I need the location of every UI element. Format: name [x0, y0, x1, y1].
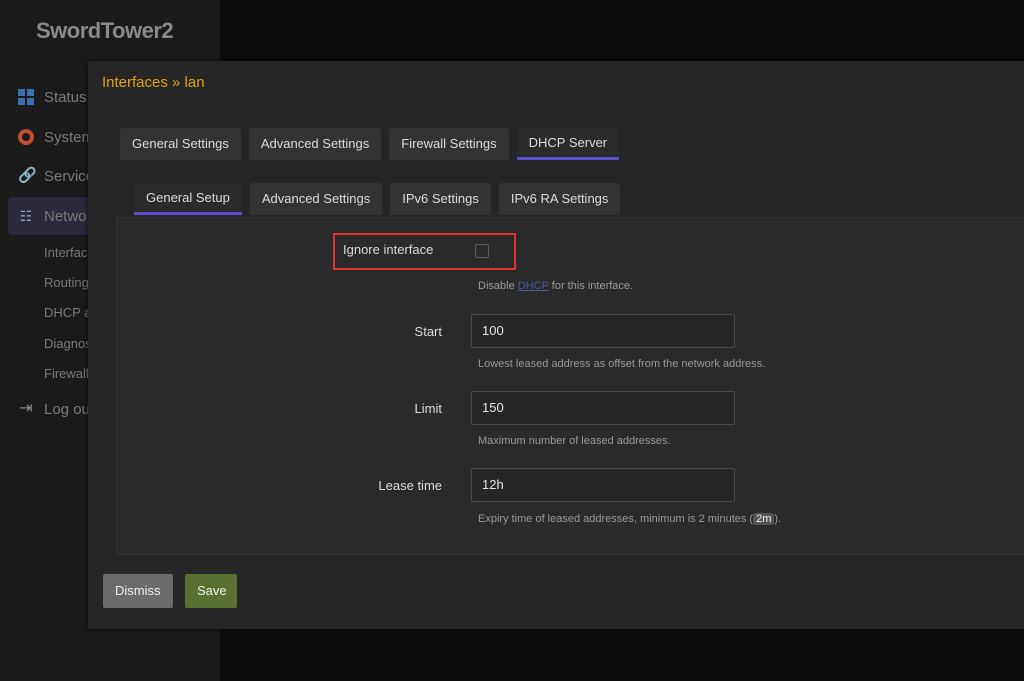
tab-general-settings[interactable]: General Settings [120, 128, 241, 160]
hint-text: for this interface. [548, 280, 634, 292]
brand-logo: SwordTower2 [36, 18, 174, 43]
primary-tabs: General Settings Advanced Settings Firew… [120, 128, 620, 160]
modal-title: Interfaces » lan [102, 74, 205, 91]
limit-input[interactable]: 150 [471, 391, 735, 425]
start-input[interactable]: 100 [471, 314, 735, 348]
subtab-general-setup[interactable]: General Setup [134, 183, 242, 215]
lease-time-hint: Expiry time of leased addresses, minimum… [478, 513, 781, 525]
sidebar-item-label: Service [44, 167, 95, 185]
ignore-interface-label: Ignore interface [343, 242, 434, 257]
sidebar-subitem-diagnostics[interactable]: Diagnos [44, 336, 92, 351]
dismiss-button[interactable]: Dismiss [103, 574, 173, 608]
network-icon: ☷ [19, 208, 33, 224]
sidebar-subitem-firewall[interactable]: Firewall [44, 366, 89, 381]
hint-text: ). [774, 513, 782, 525]
hint-text: Disable [478, 280, 518, 292]
subtab-ipv6-ra-settings[interactable]: IPv6 RA Settings [498, 183, 621, 215]
grid-icon [18, 89, 34, 105]
tab-dhcp-server[interactable]: DHCP Server [516, 128, 620, 160]
subtab-ipv6-settings[interactable]: IPv6 Settings [390, 183, 491, 215]
dhcp-general-panel: Ignore interface Disable DHCP for this i… [116, 217, 1024, 555]
start-label: Start [414, 324, 442, 339]
interface-modal: Interfaces » lan General Settings Advanc… [88, 61, 1024, 629]
dhcp-link[interactable]: DHCP [518, 280, 549, 292]
secondary-tabs: General Setup Advanced Settings IPv6 Set… [134, 183, 621, 215]
sidebar-subitem-dhcp[interactable]: DHCP a [44, 305, 91, 320]
hint-code: 2m [753, 513, 775, 525]
subtab-advanced-settings[interactable]: Advanced Settings [249, 183, 383, 215]
link-icon: 🔗 [18, 167, 37, 184]
hint-text: Expiry time of leased addresses, minimum… [478, 513, 754, 525]
limit-hint: Maximum number of leased addresses. [478, 435, 671, 447]
start-hint: Lowest leased address as offset from the… [478, 358, 766, 370]
tab-advanced-settings[interactable]: Advanced Settings [248, 128, 382, 160]
lease-time-label: Lease time [378, 478, 442, 493]
lease-time-input[interactable]: 12h [471, 468, 735, 502]
ignore-interface-checkbox[interactable] [475, 244, 489, 258]
gear-icon [18, 129, 34, 145]
sidebar-item-label: Log ou [44, 400, 90, 418]
sidebar-subitem-routing[interactable]: Routing [44, 275, 89, 290]
ignore-interface-hint: Disable DHCP for this interface. [478, 280, 633, 292]
save-button[interactable]: Save [185, 574, 237, 608]
logout-icon: ⇥ [19, 400, 33, 417]
sidebar-item-label: Status [44, 88, 87, 106]
sidebar-subitem-interfaces[interactable]: Interfac [44, 245, 87, 260]
sidebar-item-label: Netwo [44, 207, 87, 225]
tab-firewall-settings[interactable]: Firewall Settings [389, 128, 509, 160]
sidebar-item-label: System [44, 128, 95, 146]
limit-label: Limit [414, 401, 442, 416]
